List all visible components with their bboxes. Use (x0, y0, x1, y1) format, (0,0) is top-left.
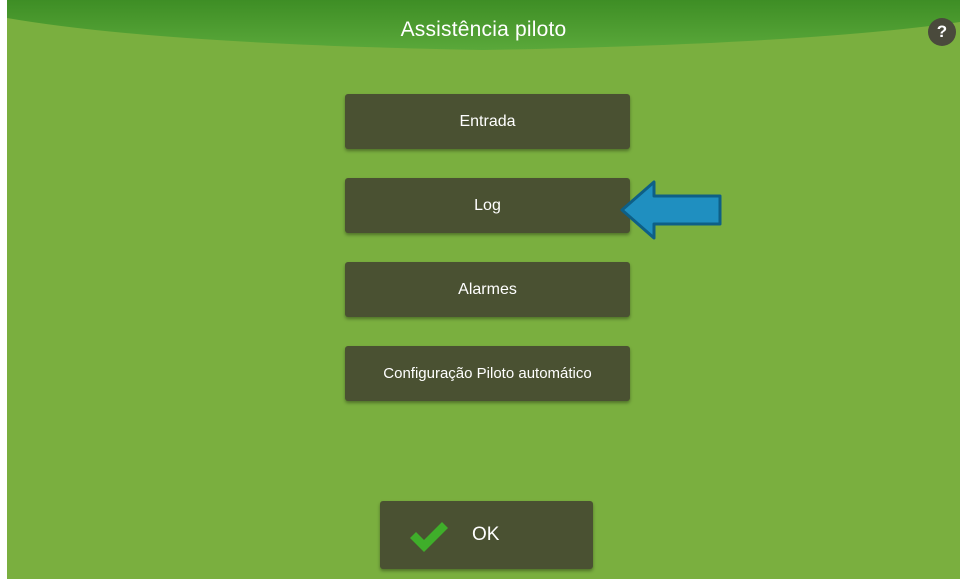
log-button-label: Log (474, 196, 501, 214)
alarmes-button[interactable]: Alarmes (345, 262, 630, 317)
autopilot-config-button-label: Configuração Piloto automático (383, 365, 592, 382)
title-bar: Assistência piloto ? (7, 0, 960, 62)
checkmark-icon (410, 522, 448, 552)
pilot-assistance-screen: Assistência piloto ? Entrada Log Alarmes… (7, 0, 960, 579)
help-icon: ? (936, 22, 948, 41)
page-title: Assistência piloto (400, 18, 567, 41)
ok-button-label: OK (472, 524, 500, 545)
log-button[interactable]: Log (345, 178, 630, 233)
arrow-left-icon (620, 180, 722, 240)
alarmes-button-label: Alarmes (458, 280, 517, 298)
autopilot-config-button[interactable]: Configuração Piloto automático (345, 346, 630, 401)
entrada-button-label: Entrada (459, 112, 516, 130)
help-button[interactable]: ? (928, 18, 956, 46)
ok-button[interactable]: OK (380, 501, 593, 569)
entrada-button[interactable]: Entrada (345, 94, 630, 149)
